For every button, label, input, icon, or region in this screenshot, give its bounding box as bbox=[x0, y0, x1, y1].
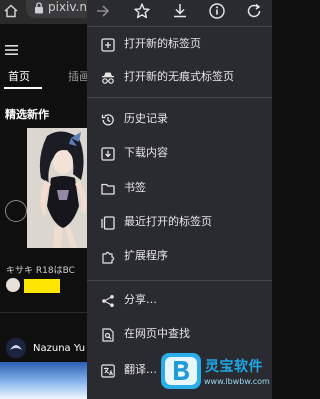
menu-item-bookmarks[interactable]: 书签 bbox=[87, 172, 272, 205]
new-tab-icon bbox=[101, 37, 115, 52]
menu-item-label: 最近打开的标签页 bbox=[124, 215, 212, 228]
history-icon bbox=[101, 112, 115, 126]
menu-item-label: 打开新的无痕式标签页 bbox=[124, 70, 234, 83]
lock-icon bbox=[34, 2, 44, 14]
menu-item-share[interactable]: 分享… bbox=[87, 284, 272, 317]
artwork-meta: キサキ R18はBC bbox=[6, 266, 75, 276]
menu-item-label: 书签 bbox=[124, 181, 146, 194]
extensions-icon bbox=[101, 249, 115, 264]
recent-tabs-icon bbox=[101, 215, 115, 230]
menu-item-label: 翻译… bbox=[124, 363, 157, 376]
menu-item-extensions[interactable]: 扩展程序 bbox=[87, 240, 272, 273]
carousel-prev-button[interactable] bbox=[5, 200, 27, 222]
menu-item-label: 打开新的标签页 bbox=[124, 37, 201, 50]
menu-divider bbox=[87, 97, 272, 98]
forward-icon[interactable] bbox=[94, 2, 112, 20]
user-avatar[interactable] bbox=[6, 338, 26, 358]
highlight-tag bbox=[24, 279, 60, 293]
info-icon[interactable] bbox=[208, 2, 226, 20]
find-in-page-icon bbox=[101, 327, 115, 342]
share-icon bbox=[101, 293, 115, 307]
section-title: 精选新作 bbox=[5, 108, 49, 121]
menu-item-label: 在网页中查找 bbox=[124, 327, 190, 340]
url-text: pixiv.n bbox=[48, 0, 87, 14]
menu-item-find-in-page[interactable]: 在网页中查找 bbox=[87, 318, 272, 351]
menu-item-label: 下载内容 bbox=[124, 146, 168, 159]
artist-avatar[interactable] bbox=[6, 278, 20, 292]
translate-icon bbox=[101, 363, 115, 378]
menu-item-new-tab[interactable]: 打开新的标签页 bbox=[87, 28, 272, 61]
browser-overflow-menu: 打开新的标签页 打开新的无痕式标签页 历史记录 下载内容 书签 最近打开的标签页 bbox=[87, 0, 272, 399]
menu-item-history[interactable]: 历史记录 bbox=[87, 103, 272, 136]
incognito-icon bbox=[101, 70, 115, 84]
active-tab-indicator bbox=[4, 87, 42, 89]
tab-home[interactable]: 首页 bbox=[8, 68, 30, 84]
section-divider bbox=[0, 312, 87, 313]
menu-hamburger-icon[interactable] bbox=[5, 40, 18, 55]
watermark-title: 灵宝软件 bbox=[205, 359, 263, 375]
downloads-icon bbox=[101, 146, 115, 161]
menu-toolbar bbox=[87, 0, 272, 24]
menu-item-label: 分享… bbox=[124, 293, 157, 306]
menu-item-label: 扩展程序 bbox=[124, 249, 168, 262]
refresh-icon[interactable] bbox=[245, 2, 263, 20]
download-icon[interactable] bbox=[171, 2, 189, 20]
home-icon[interactable] bbox=[4, 3, 18, 18]
watermark-logo-icon bbox=[160, 352, 202, 390]
menu-divider bbox=[87, 280, 272, 281]
watermark: 灵宝软件 www.lbwbw.com bbox=[160, 352, 272, 399]
star-icon[interactable] bbox=[133, 2, 151, 20]
menu-divider bbox=[87, 26, 272, 27]
menu-item-recent-tabs[interactable]: 最近打开的标签页 bbox=[87, 206, 272, 239]
user-name[interactable]: Nazuna Yu bbox=[33, 343, 85, 354]
menu-item-label: 历史记录 bbox=[124, 112, 168, 125]
artwork-thumbnail-2[interactable] bbox=[0, 362, 87, 399]
menu-item-new-incognito-tab[interactable]: 打开新的无痕式标签页 bbox=[87, 61, 272, 94]
watermark-url: www.lbwbw.com bbox=[204, 377, 270, 386]
menu-item-downloads[interactable]: 下载内容 bbox=[87, 137, 272, 170]
bookmarks-icon bbox=[101, 181, 115, 195]
